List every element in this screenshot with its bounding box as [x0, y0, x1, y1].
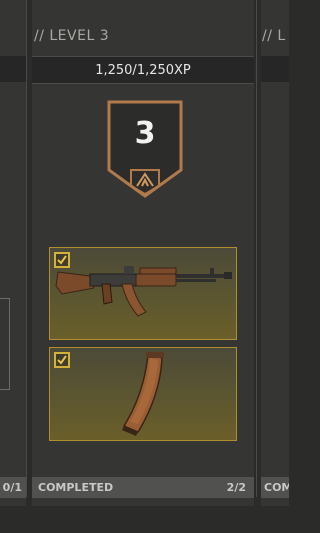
previous-level-footer: 0/1 [0, 477, 26, 498]
completed-status: COMPLETED [38, 481, 114, 494]
previous-progress: 0/1 [2, 481, 22, 494]
xp-progress: 1,250/1,250XP [32, 56, 254, 84]
xp-text: 1,250/1,250XP [95, 62, 191, 78]
previous-xp-bar [0, 56, 26, 82]
magazine-icon [122, 352, 164, 436]
next-xp-bar [261, 56, 289, 82]
assault-rifle-icon [55, 266, 232, 317]
reward-card-rifle[interactable] [49, 247, 237, 340]
level-number: 3 [134, 116, 156, 151]
next-level-footer: COM [261, 477, 289, 498]
next-level-label: // L [262, 28, 286, 44]
level-label: // LEVEL 3 [34, 28, 110, 44]
level-3-footer: COMPLETED 2/2 [32, 477, 254, 498]
next-status: COM [264, 481, 289, 494]
column-divider [26, 0, 27, 497]
reward-card-magazine[interactable] [49, 347, 237, 441]
previous-reward-card[interactable] [0, 298, 10, 390]
reward-progress: 2/2 [226, 481, 246, 494]
column-divider [256, 0, 257, 497]
